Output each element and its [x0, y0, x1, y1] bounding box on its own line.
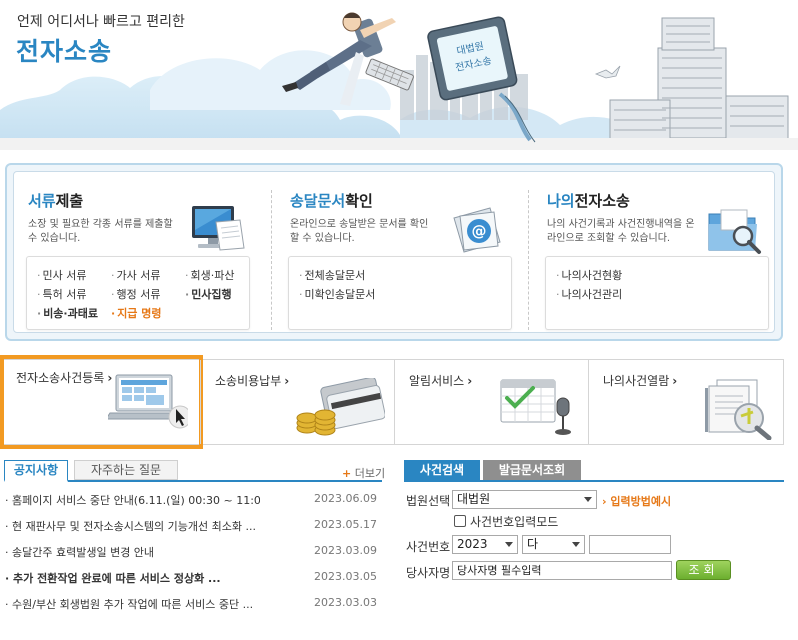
- shortcut-notification-service[interactable]: 알림서비스 ›: [394, 360, 588, 444]
- input-guide-link[interactable]: › 입력방법예시: [602, 493, 671, 509]
- link-my-case-status[interactable]: · 나의사건현황: [556, 267, 622, 283]
- link-rehabilitation-bankruptcy[interactable]: · 회생·파산: [185, 267, 234, 283]
- shortcut-case-registration[interactable]: 전자소송사건등록 ›: [0, 355, 203, 449]
- link-civil-execution[interactable]: · 민사집행: [185, 286, 232, 302]
- chevron-down-icon: [572, 542, 580, 547]
- notice-item: · 수원/부산 회생법원 추가 작업에 따른 서비스 중단 ... 2023.0…: [5, 596, 377, 611]
- shortcut-my-case-viewing[interactable]: 나의사건열람 ›: [588, 360, 784, 444]
- documents-magnifier-icon: [705, 379, 772, 440]
- notice-tabs: 공지사항 자주하는 질문: [4, 460, 382, 482]
- link-patent-documents[interactable]: · 특허 서류: [37, 286, 86, 302]
- chevron-down-icon: [584, 497, 592, 502]
- link-my-case-management[interactable]: · 나의사건관리: [556, 286, 622, 302]
- column-divider: [271, 190, 272, 330]
- tab-faq[interactable]: 자주하는 질문: [74, 460, 178, 480]
- case-type-select[interactable]: 다: [522, 535, 585, 554]
- notice-item: · 홈페이지 서비스 중단 안내(6.11.(일) 00:30 ~ 11:0..…: [5, 492, 377, 507]
- link-civil-documents[interactable]: · 민사 서류: [37, 267, 86, 283]
- case-number-mode-label: 사건번호입력모드: [470, 515, 559, 529]
- notice-item: · 현 재판사무 및 전자소송시스템의 기능개선 최소화 ... 2023.05…: [5, 518, 377, 533]
- service-title[interactable]: 서류제출: [28, 190, 83, 211]
- chevron-down-icon: [505, 542, 513, 547]
- laptop-cursor-icon: [108, 374, 188, 429]
- shortcut-row: 전자소송사건등록 › 소송비용납부 › 알림서비스 › 나의사건열람 ›: [0, 355, 784, 449]
- shortcut-label: 소송비용납부 ›: [215, 374, 290, 388]
- computer-document-icon: [192, 206, 245, 251]
- email-envelope-icon: @: [453, 207, 501, 253]
- link-administrative-documents[interactable]: · 행정 서류: [111, 286, 160, 302]
- main-services-panel: 서류제출 소장 및 필요한 각종 서류를 제출할 수 있습니다. · 민사 서류 …: [5, 163, 783, 341]
- shortcut-label: 나의사건열람 ›: [603, 374, 678, 388]
- card-coins-icon: [296, 378, 385, 436]
- calendar-microphone-icon: [500, 379, 571, 435]
- service-description: 나의 사건기록과 사건진행내역을 온라인으로 조회할 수 있습니다.: [547, 219, 695, 244]
- notice-item: · 추가 전환작업 완료에 따른 서비스 정상화 ... 2023.03.05: [5, 570, 377, 585]
- svg-text:@: @: [472, 222, 487, 240]
- link-family-documents[interactable]: · 가사 서류: [111, 267, 160, 283]
- court-label: 법원선택: [406, 494, 451, 508]
- hero-tagline: 언제 어디서나 빠르고 편리한: [17, 14, 185, 30]
- service-description: 소장 및 필요한 각종 서류를 제출할 수 있습니다.: [28, 219, 173, 244]
- folder-search-icon: [708, 209, 761, 254]
- service-document-submission: 서류제출 소장 및 필요한 각종 서류를 제출할 수 있습니다. · 민사 서류 …: [14, 182, 254, 332]
- main-services-inner: 서류제출 소장 및 필요한 각종 서류를 제출할 수 있습니다. · 민사 서류 …: [13, 171, 775, 333]
- case-number-input[interactable]: [589, 535, 671, 554]
- service-my-e-litigation: 나의전자소송 나의 사건기록과 사건진행내역을 온라인으로 조회할 수 있습니다…: [533, 182, 773, 332]
- case-number-mode-checkbox[interactable]: [454, 515, 466, 527]
- more-link[interactable]: + 더보기: [342, 465, 385, 481]
- search-button[interactable]: 조회: [676, 560, 731, 580]
- column-divider: [528, 190, 529, 330]
- case-number-label: 사건번호: [406, 540, 451, 554]
- tab-issued-document-lookup[interactable]: 발급문서조회: [483, 460, 581, 480]
- my-case-links-box: · 나의사건현황 · 나의사건관리: [545, 256, 769, 330]
- tab-case-search[interactable]: 사건검색: [404, 460, 480, 482]
- document-links-box: · 민사 서류 · 가사 서류 · 회생·파산 · 특허 서류 · 행정 서류 · 민사집행…: [26, 256, 250, 330]
- hero-banner: 대법원 전자소송 언제 어디서나 빠르고 편리한 전자소송: [0, 0, 798, 150]
- link-non-contentious-fines[interactable]: · 비송·과태료: [37, 305, 98, 321]
- service-description: 온라인으로 송달받은 문서를 확인 할 수 있습니다.: [290, 219, 429, 244]
- service-title[interactable]: 나의전자소송: [547, 190, 630, 211]
- link-all-delivery-documents[interactable]: · 전체송달문서: [299, 267, 365, 283]
- service-title[interactable]: 송달문서확인: [290, 190, 373, 211]
- year-select[interactable]: 2023: [452, 535, 518, 554]
- tab-notices[interactable]: 공지사항: [4, 460, 68, 482]
- link-unconfirmed-delivery-documents[interactable]: · 미확인송달문서: [299, 286, 375, 302]
- delivery-links-box: · 전체송달문서 · 미확인송달문서: [288, 256, 512, 330]
- court-select[interactable]: 대법원: [452, 490, 597, 509]
- notice-item: · 송달간주 효력발생일 변경 안내 2023.03.09: [5, 544, 377, 559]
- shortcut-fee-payment[interactable]: 소송비용납부 ›: [200, 360, 394, 444]
- case-search-tabs: 사건검색 발급문서조회: [404, 460, 784, 482]
- party-name-input[interactable]: 당사자명 필수입력: [452, 561, 672, 580]
- link-payment-order[interactable]: · 지급 명령: [111, 305, 162, 321]
- shortcut-label: 전자소송사건등록 ›: [16, 371, 113, 385]
- party-name-label: 당사자명: [406, 566, 451, 580]
- service-delivery-check: 송달문서확인 온라인으로 송달받은 문서를 확인 할 수 있습니다. @ · 전체…: [276, 182, 516, 332]
- page-title: 전자소송: [16, 37, 113, 66]
- shortcut-label: 알림서비스 ›: [409, 374, 473, 388]
